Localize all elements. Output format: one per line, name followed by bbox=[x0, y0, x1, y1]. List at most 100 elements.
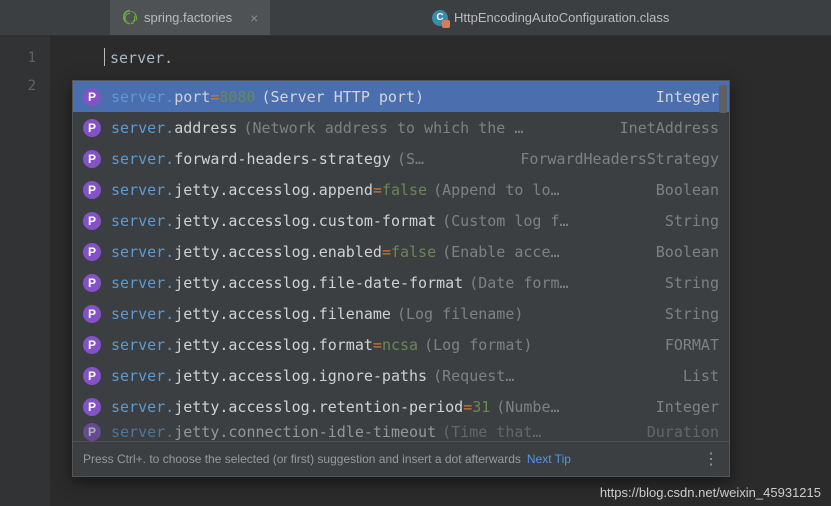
property-icon: P bbox=[83, 423, 101, 441]
completion-property: jetty.accesslog.file-date-format bbox=[174, 274, 463, 292]
tab-spacer bbox=[0, 0, 110, 35]
completion-property: jetty.accesslog.enabled bbox=[174, 243, 382, 261]
completion-type: Boolean bbox=[646, 181, 719, 199]
completion-item[interactable]: Pserver.jetty.accesslog.filename(Log fil… bbox=[73, 298, 729, 329]
completion-prefix: server. bbox=[111, 150, 174, 168]
completion-prefix: server. bbox=[111, 119, 174, 137]
watermark-text: https://blog.csdn.net/weixin_45931215 bbox=[600, 485, 821, 500]
kebab-menu-icon[interactable]: ⋮ bbox=[703, 449, 719, 469]
completion-popup: Pserver.port=8080(Server HTTP port)Integ… bbox=[72, 80, 730, 477]
completion-default: false bbox=[382, 181, 427, 199]
completion-default: ncsa bbox=[382, 336, 418, 354]
completion-property: jetty.accesslog.append bbox=[174, 181, 373, 199]
completion-item[interactable]: Pserver.jetty.accesslog.enabled=false (En… bbox=[73, 236, 729, 267]
class-file-icon: C bbox=[432, 10, 448, 26]
completion-type: String bbox=[655, 274, 719, 292]
completion-item[interactable]: Pserver.jetty.accesslog.file-date-format… bbox=[73, 267, 729, 298]
completion-description: (Request… bbox=[433, 367, 673, 385]
property-icon: P bbox=[83, 212, 101, 230]
completion-prefix: server. bbox=[111, 336, 174, 354]
line-gutter: 1 2 bbox=[0, 36, 50, 506]
editor-line: server. bbox=[50, 44, 831, 72]
completion-description: (Append to lo… bbox=[433, 181, 646, 199]
completion-property: jetty.accesslog.ignore-paths bbox=[174, 367, 427, 385]
completion-footer: Press Ctrl+. to choose the selected (or … bbox=[73, 441, 729, 476]
completion-equals: = bbox=[373, 181, 382, 199]
tab-label: spring.factories bbox=[144, 10, 232, 25]
property-icon: P bbox=[83, 88, 101, 106]
completion-description: (Log filename) bbox=[397, 305, 655, 323]
property-icon: P bbox=[83, 398, 101, 416]
completion-property: jetty.accesslog.format bbox=[174, 336, 373, 354]
completion-description: (Date form… bbox=[469, 274, 655, 292]
scrollbar-thumb[interactable] bbox=[719, 85, 727, 113]
completion-description: (Log format) bbox=[424, 336, 655, 354]
completion-prefix: server. bbox=[111, 181, 174, 199]
property-icon: P bbox=[83, 305, 101, 323]
completion-type: ForwardHeadersStrategy bbox=[510, 150, 719, 168]
completion-default: false bbox=[391, 243, 436, 261]
property-icon: P bbox=[83, 181, 101, 199]
completion-item[interactable]: Pserver.address (Network address to which… bbox=[73, 112, 729, 143]
completion-property: jetty.accesslog.custom-format bbox=[174, 212, 436, 230]
completion-item-partial: Pserver.jetty.connection-idle-timeout(Ti… bbox=[73, 422, 729, 441]
completion-equals: = bbox=[210, 88, 219, 106]
completion-property: jetty.accesslog.filename bbox=[174, 305, 391, 323]
editor-text: server. bbox=[110, 49, 173, 67]
completion-type: FORMAT bbox=[655, 336, 719, 354]
completion-item[interactable]: Pserver.forward-headers-strategy (S…Forwa… bbox=[73, 143, 729, 174]
completion-equals: = bbox=[382, 243, 391, 261]
caret bbox=[104, 48, 105, 66]
close-icon[interactable]: × bbox=[250, 10, 258, 26]
property-icon: P bbox=[83, 274, 101, 292]
completion-prefix: server. bbox=[111, 274, 174, 292]
completion-item[interactable]: Pserver.port=8080 (Server HTTP port)Integ… bbox=[73, 81, 729, 112]
completion-prefix: server. bbox=[111, 367, 174, 385]
completion-prefix: server. bbox=[111, 398, 174, 416]
completion-type: Integer bbox=[646, 88, 719, 106]
completion-default: 8080 bbox=[219, 88, 255, 106]
tab-spring-factories[interactable]: spring.factories × bbox=[110, 0, 270, 35]
completion-property: address bbox=[174, 119, 237, 137]
completion-description: (Numbe… bbox=[496, 398, 645, 416]
completion-type: InetAddress bbox=[610, 119, 719, 137]
completion-property: forward-headers-strategy bbox=[174, 150, 391, 168]
completion-hint: Press Ctrl+. to choose the selected (or … bbox=[83, 452, 521, 466]
completion-description: (Custom log f… bbox=[442, 212, 655, 230]
completion-prefix: server. bbox=[111, 212, 174, 230]
completion-description: (Enable acce… bbox=[442, 243, 646, 261]
completion-list[interactable]: Pserver.port=8080(Server HTTP port)Integ… bbox=[73, 81, 729, 441]
gutter-line-number: 2 bbox=[0, 72, 50, 100]
gutter-line-number: 1 bbox=[0, 44, 50, 72]
spring-leaf-icon bbox=[122, 10, 138, 26]
completion-type: String bbox=[655, 305, 719, 323]
property-icon: P bbox=[83, 367, 101, 385]
completion-item[interactable]: Pserver.jetty.accesslog.ignore-paths (Req… bbox=[73, 360, 729, 391]
completion-item[interactable]: Pserver.jetty.accesslog.append=false (App… bbox=[73, 174, 729, 205]
completion-type: List bbox=[673, 367, 719, 385]
completion-item[interactable]: Pserver.jetty.accesslog.format=ncsa (Log … bbox=[73, 329, 729, 360]
next-tip-link[interactable]: Next Tip bbox=[527, 452, 571, 466]
completion-type: Integer bbox=[646, 398, 719, 416]
completion-prefix: server. bbox=[111, 88, 174, 106]
property-icon: P bbox=[83, 150, 101, 168]
property-icon: P bbox=[83, 119, 101, 137]
completion-type: Boolean bbox=[646, 243, 719, 261]
completion-prefix: server. bbox=[111, 243, 174, 261]
completion-equals: = bbox=[463, 398, 472, 416]
tab-http-encoding[interactable]: C HttpEncodingAutoConfiguration.class bbox=[270, 0, 831, 35]
completion-item[interactable]: Pserver.jetty.accesslog.custom-format (Cu… bbox=[73, 205, 729, 236]
completion-property: port bbox=[174, 88, 210, 106]
completion-description: (Network address to which the … bbox=[243, 119, 609, 137]
property-icon: P bbox=[83, 243, 101, 261]
editor-tabs: spring.factories × C HttpEncodingAutoCon… bbox=[0, 0, 831, 36]
completion-description: (Server HTTP port) bbox=[262, 88, 646, 106]
tab-label: HttpEncodingAutoConfiguration.class bbox=[454, 10, 669, 25]
completion-item[interactable]: Pserver.jetty.accesslog.retention-period… bbox=[73, 391, 729, 422]
completion-default: 31 bbox=[472, 398, 490, 416]
completion-equals: = bbox=[373, 336, 382, 354]
completion-type: String bbox=[655, 212, 719, 230]
completion-description: (S… bbox=[397, 150, 510, 168]
property-icon: P bbox=[83, 336, 101, 354]
completion-property: jetty.accesslog.retention-period bbox=[174, 398, 463, 416]
